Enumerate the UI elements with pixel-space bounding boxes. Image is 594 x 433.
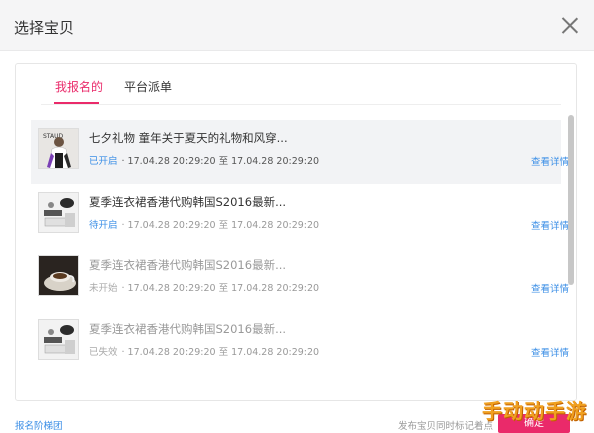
- item-meta: 未开始 · 17.04.28 20:29:20 至 17.04.28 20:29:…: [89, 280, 319, 294]
- status-badge: 已开启: [89, 156, 118, 167]
- item-thumbnail: [38, 318, 79, 360]
- content-panel: 我报名的 平台派单 STAUD 七夕礼物 童年关于夏天的礼物和风穿... 已开启: [15, 63, 577, 401]
- footer-note: 发布宝贝同时标记着点: [398, 421, 494, 432]
- item-title: 夏季连衣裙香港代购韩国S2016最新...: [89, 194, 287, 209]
- item-meta: 待开启 · 17.04.28 20:29:20 至 17.04.28 20:29:…: [89, 217, 319, 231]
- view-details-link[interactable]: 查看详情: [531, 281, 569, 295]
- status-badge: 待开启: [89, 219, 118, 231]
- watermark-logo: 手动动手游: [482, 399, 587, 423]
- status-badge: 未开始: [89, 283, 118, 294]
- list-item[interactable]: STAUD 七夕礼物 童年关于夏天的礼物和风穿... 已开启 · 17.04.28…: [31, 120, 569, 184]
- tab-platform-dispatch[interactable]: 平台派单: [124, 78, 172, 95]
- item-title: 夏季连衣裙香港代购韩国S2016最新...: [89, 258, 287, 272]
- tab-my-registrations[interactable]: 我报名的: [55, 78, 103, 95]
- list-item[interactable]: 夏季连衣裙香港代购韩国S2016最新... 未开始 · 17.04.28 20:2…: [31, 247, 569, 311]
- status-badge: 已失效: [89, 346, 118, 358]
- view-details-link[interactable]: 查看详情: [531, 345, 569, 359]
- tab-divider: [41, 104, 561, 105]
- item-title: 夏季连衣裙香港代购韩国S2016最新...: [89, 321, 287, 336]
- scrollbar-thumb[interactable]: [568, 115, 574, 285]
- item-thumbnail: STAUD: [38, 128, 79, 169]
- dialog-header: 选择宝贝: [0, 0, 594, 51]
- item-meta: 已失效 · 17.04.28 20:29:20 至 17.04.28 20:29:…: [89, 344, 319, 358]
- date-range: · 17.04.28 20:29:20 至 17.04.28 20:29:20: [121, 346, 320, 358]
- list-item[interactable]: 夏季连衣裙香港代购韩国S2016最新... 待开启 · 17.04.28 20:2…: [31, 184, 569, 248]
- view-details-link[interactable]: 查看详情: [531, 218, 569, 232]
- item-thumbnail: [38, 191, 79, 233]
- view-details-link[interactable]: 查看详情: [531, 154, 569, 168]
- list-item[interactable]: 夏季连衣裙香港代购韩国S2016最新... 已失效 · 17.04.28 20:2…: [31, 311, 569, 375]
- dialog-title: 选择宝贝: [14, 19, 75, 37]
- item-thumbnail: [38, 255, 79, 296]
- date-range: · 17.04.28 20:29:20 至 17.04.28 20:29:20: [121, 219, 320, 231]
- item-title: 七夕礼物 童年关于夏天的礼物和风穿...: [89, 131, 288, 145]
- item-list: STAUD 七夕礼物 童年关于夏天的礼物和风穿... 已开启 · 17.04.28…: [31, 120, 569, 375]
- tab-bar: 我报名的 平台派单: [16, 64, 576, 105]
- date-range: · 17.04.28 20:29:20 至 17.04.28 20:29:20: [121, 156, 320, 167]
- tiered-group-link[interactable]: 报名阶梯团: [15, 418, 63, 432]
- close-icon[interactable]: [561, 17, 578, 34]
- item-meta: 已开启 · 17.04.28 20:29:20 至 17.04.28 20:29:…: [89, 153, 319, 167]
- date-range: · 17.04.28 20:29:20 至 17.04.28 20:29:20: [121, 283, 320, 294]
